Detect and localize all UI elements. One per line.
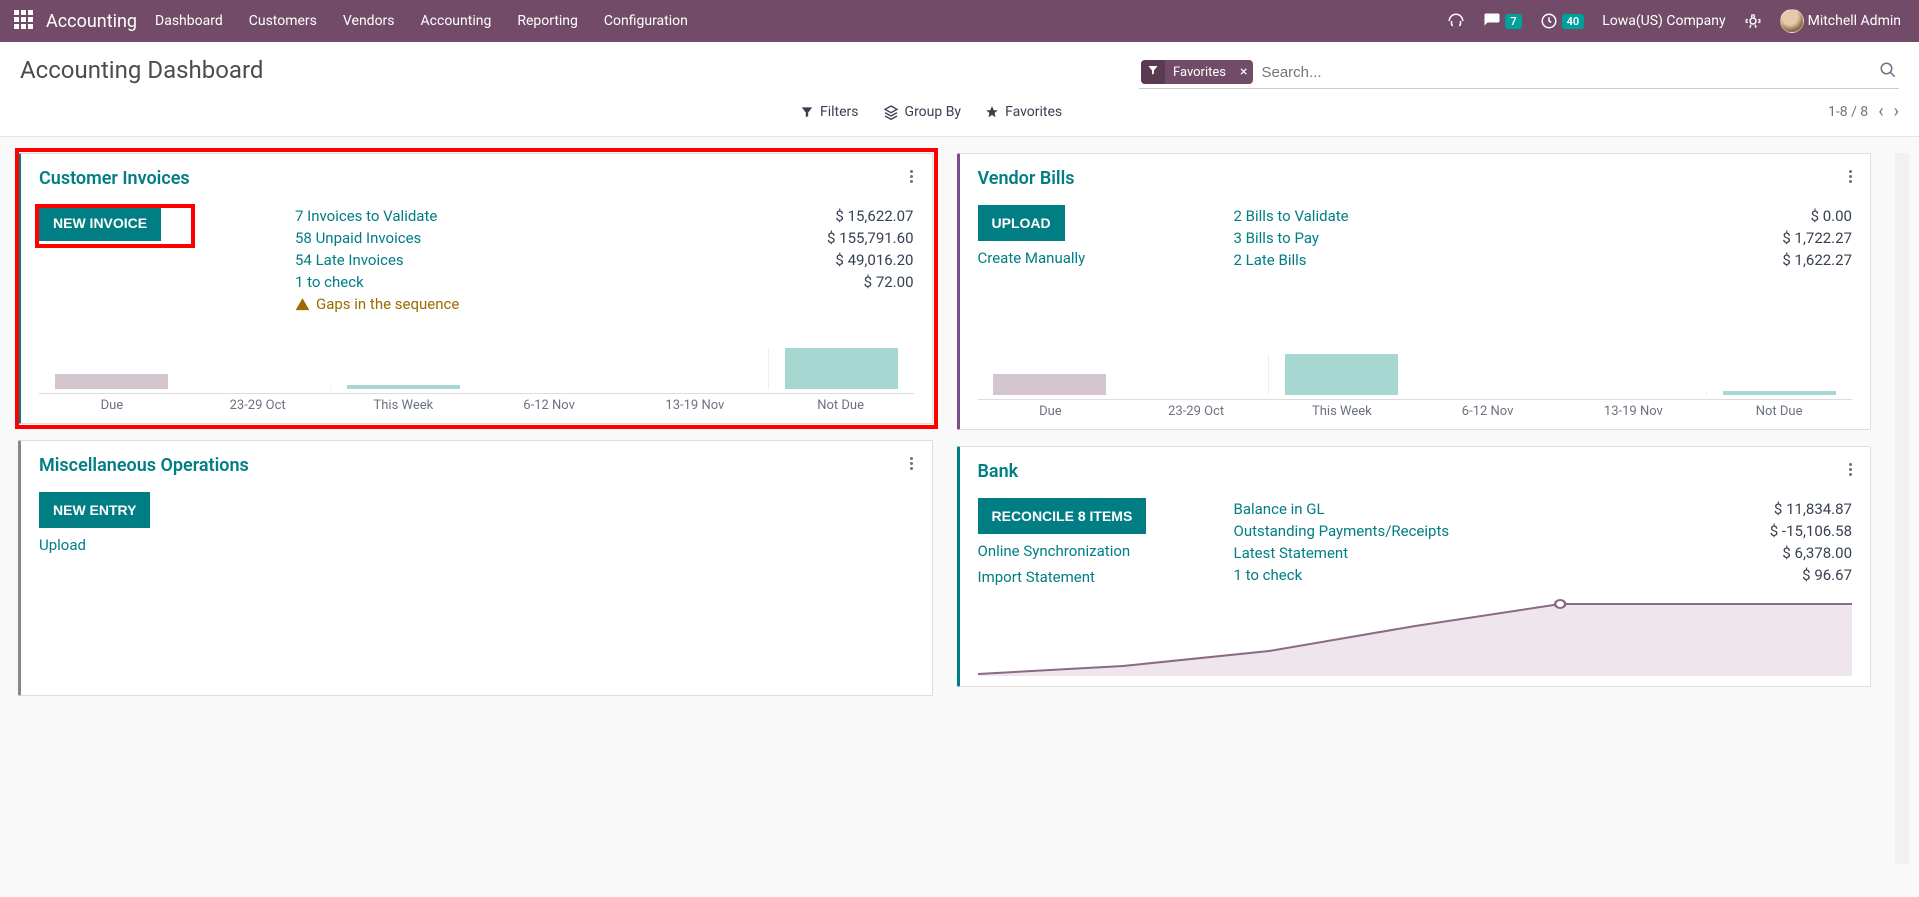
- nav-customers[interactable]: Customers: [249, 13, 317, 29]
- favorites-label: Favorites: [1005, 104, 1062, 120]
- nav-reporting[interactable]: Reporting: [517, 13, 578, 29]
- card-misc-operations: Miscellaneous Operations NEW ENTRY Uploa…: [18, 440, 933, 696]
- kebab-icon[interactable]: [904, 453, 920, 473]
- messages-button[interactable]: 7: [1483, 12, 1521, 30]
- stat-link[interactable]: Balance in GL: [1234, 500, 1325, 518]
- card-customer-invoices: Customer Invoices NEW INVOICE 7 Invoices…: [18, 153, 933, 424]
- upload-link[interactable]: Upload: [39, 536, 86, 554]
- user-menu[interactable]: Mitchell Admin: [1780, 9, 1901, 33]
- search-bar[interactable]: Favorites ×: [1139, 56, 1899, 89]
- new-entry-button[interactable]: NEW ENTRY: [39, 492, 150, 528]
- bar-chart: [978, 337, 1853, 395]
- topbar-right: 7 40 Lowa(US) Company Mitchell Admin: [1447, 9, 1913, 33]
- stat-link[interactable]: 2 Late Bills: [1234, 251, 1307, 269]
- apps-icon[interactable]: [14, 10, 36, 32]
- app-name[interactable]: Accounting: [46, 11, 137, 32]
- card-vendor-bills: Vendor Bills UPLOAD Create Manually 2 Bi…: [957, 153, 1872, 430]
- online-sync-link[interactable]: Online Synchronization: [978, 542, 1131, 560]
- activities-badge: 40: [1562, 14, 1585, 29]
- card-bank: Bank RECONCILE 8 ITEMS Online Synchroniz…: [957, 446, 1872, 687]
- groupby-label: Group By: [905, 104, 962, 120]
- favorites-button[interactable]: Favorites: [985, 104, 1062, 120]
- warning-row[interactable]: Gaps in the sequence: [295, 293, 914, 313]
- kebab-icon[interactable]: [1842, 166, 1858, 186]
- filter-icon: [1141, 60, 1165, 84]
- company-name: Lowa(US) Company: [1602, 13, 1725, 29]
- stat-link[interactable]: Latest Statement: [1234, 544, 1349, 562]
- main-nav: Dashboard Customers Vendors Accounting R…: [155, 13, 688, 29]
- card-title[interactable]: Miscellaneous Operations: [39, 455, 914, 476]
- page-title: Accounting Dashboard: [20, 56, 263, 84]
- stat-value: $ 15,622.07: [835, 207, 913, 225]
- user-name: Mitchell Admin: [1808, 13, 1901, 29]
- avatar: [1780, 9, 1804, 33]
- line-chart: [978, 596, 1853, 676]
- search-input[interactable]: [1259, 62, 1879, 83]
- stat-value: $ 0.00: [1811, 207, 1852, 225]
- search-facet: Favorites ×: [1141, 60, 1253, 84]
- right-column: Vendor Bills UPLOAD Create Manually 2 Bi…: [957, 153, 1872, 864]
- kebab-icon[interactable]: [904, 166, 920, 186]
- stat-value: $ -15,106.58: [1770, 522, 1852, 540]
- voip-icon[interactable]: [1447, 12, 1465, 30]
- groupby-button[interactable]: Group By: [883, 104, 962, 120]
- stat-value: $ 1,622.27: [1782, 251, 1852, 269]
- stat-link[interactable]: Outstanding Payments/Receipts: [1234, 522, 1450, 540]
- import-statement-link[interactable]: Import Statement: [978, 568, 1095, 586]
- dashboard-content: Customer Invoices NEW INVOICE 7 Invoices…: [0, 137, 1919, 880]
- activities-button[interactable]: 40: [1540, 12, 1585, 30]
- stat-link[interactable]: 3 Bills to Pay: [1234, 229, 1319, 247]
- stat-value: $ 155,791.60: [827, 229, 914, 247]
- stat-value: $ 1,722.27: [1782, 229, 1852, 247]
- stat-link[interactable]: 1 to check: [1234, 566, 1303, 584]
- card-title[interactable]: Customer Invoices: [39, 168, 914, 189]
- pager-prev-icon[interactable]: ‹: [1878, 101, 1883, 122]
- bar-chart-xlabels: Due23-29 OctThis Week6-12 Nov13-19 NovNo…: [978, 399, 1853, 419]
- nav-dashboard[interactable]: Dashboard: [155, 13, 223, 29]
- facet-label: Favorites: [1165, 61, 1234, 84]
- reconcile-button[interactable]: RECONCILE 8 ITEMS: [978, 498, 1147, 534]
- topbar: Accounting Dashboard Customers Vendors A…: [0, 0, 1919, 42]
- stat-value: $ 11,834.87: [1774, 500, 1852, 518]
- nav-configuration[interactable]: Configuration: [604, 13, 688, 29]
- nav-accounting[interactable]: Accounting: [421, 13, 492, 29]
- search-icon[interactable]: [1879, 61, 1897, 83]
- stat-value: $ 6,378.00: [1782, 544, 1852, 562]
- kebab-icon[interactable]: [1842, 459, 1858, 479]
- pager[interactable]: 1-8 / 8: [1828, 104, 1868, 120]
- new-invoice-button[interactable]: NEW INVOICE: [39, 205, 161, 241]
- left-column: Customer Invoices NEW INVOICE 7 Invoices…: [18, 153, 933, 864]
- stat-link[interactable]: 54 Late Invoices: [295, 251, 404, 269]
- stat-value: $ 72.00: [864, 273, 914, 291]
- company-switcher[interactable]: Lowa(US) Company: [1602, 13, 1725, 29]
- stat-link[interactable]: 7 Invoices to Validate: [295, 207, 437, 225]
- card-title[interactable]: Vendor Bills: [978, 168, 1853, 189]
- stat-link[interactable]: 58 Unpaid Invoices: [295, 229, 421, 247]
- stat-link[interactable]: 2 Bills to Validate: [1234, 207, 1349, 225]
- card-title[interactable]: Bank: [978, 461, 1853, 482]
- debug-icon[interactable]: [1744, 12, 1762, 30]
- facet-close-icon[interactable]: ×: [1234, 64, 1253, 80]
- filters-button[interactable]: Filters: [800, 104, 859, 120]
- scrollbar[interactable]: [1895, 153, 1909, 864]
- stat-value: $ 49,016.20: [835, 251, 913, 269]
- control-panel: Accounting Dashboard Favorites ×: [0, 42, 1919, 89]
- warning-text: Gaps in the sequence: [316, 295, 459, 313]
- pager-next-icon[interactable]: ›: [1894, 101, 1899, 122]
- stat-value: $ 96.67: [1802, 566, 1852, 584]
- bar-chart: [39, 331, 914, 389]
- filter-bar: Filters Group By Favorites 1-8 / 8 ‹ ›: [0, 89, 1919, 137]
- stat-link[interactable]: 1 to check: [295, 273, 364, 291]
- upload-button[interactable]: UPLOAD: [978, 205, 1065, 241]
- messages-badge: 7: [1505, 14, 1521, 29]
- create-manually-link[interactable]: Create Manually: [978, 249, 1086, 267]
- bar-chart-xlabels: Due23-29 OctThis Week6-12 Nov13-19 NovNo…: [39, 393, 914, 413]
- nav-vendors[interactable]: Vendors: [343, 13, 395, 29]
- filters-label: Filters: [820, 104, 859, 120]
